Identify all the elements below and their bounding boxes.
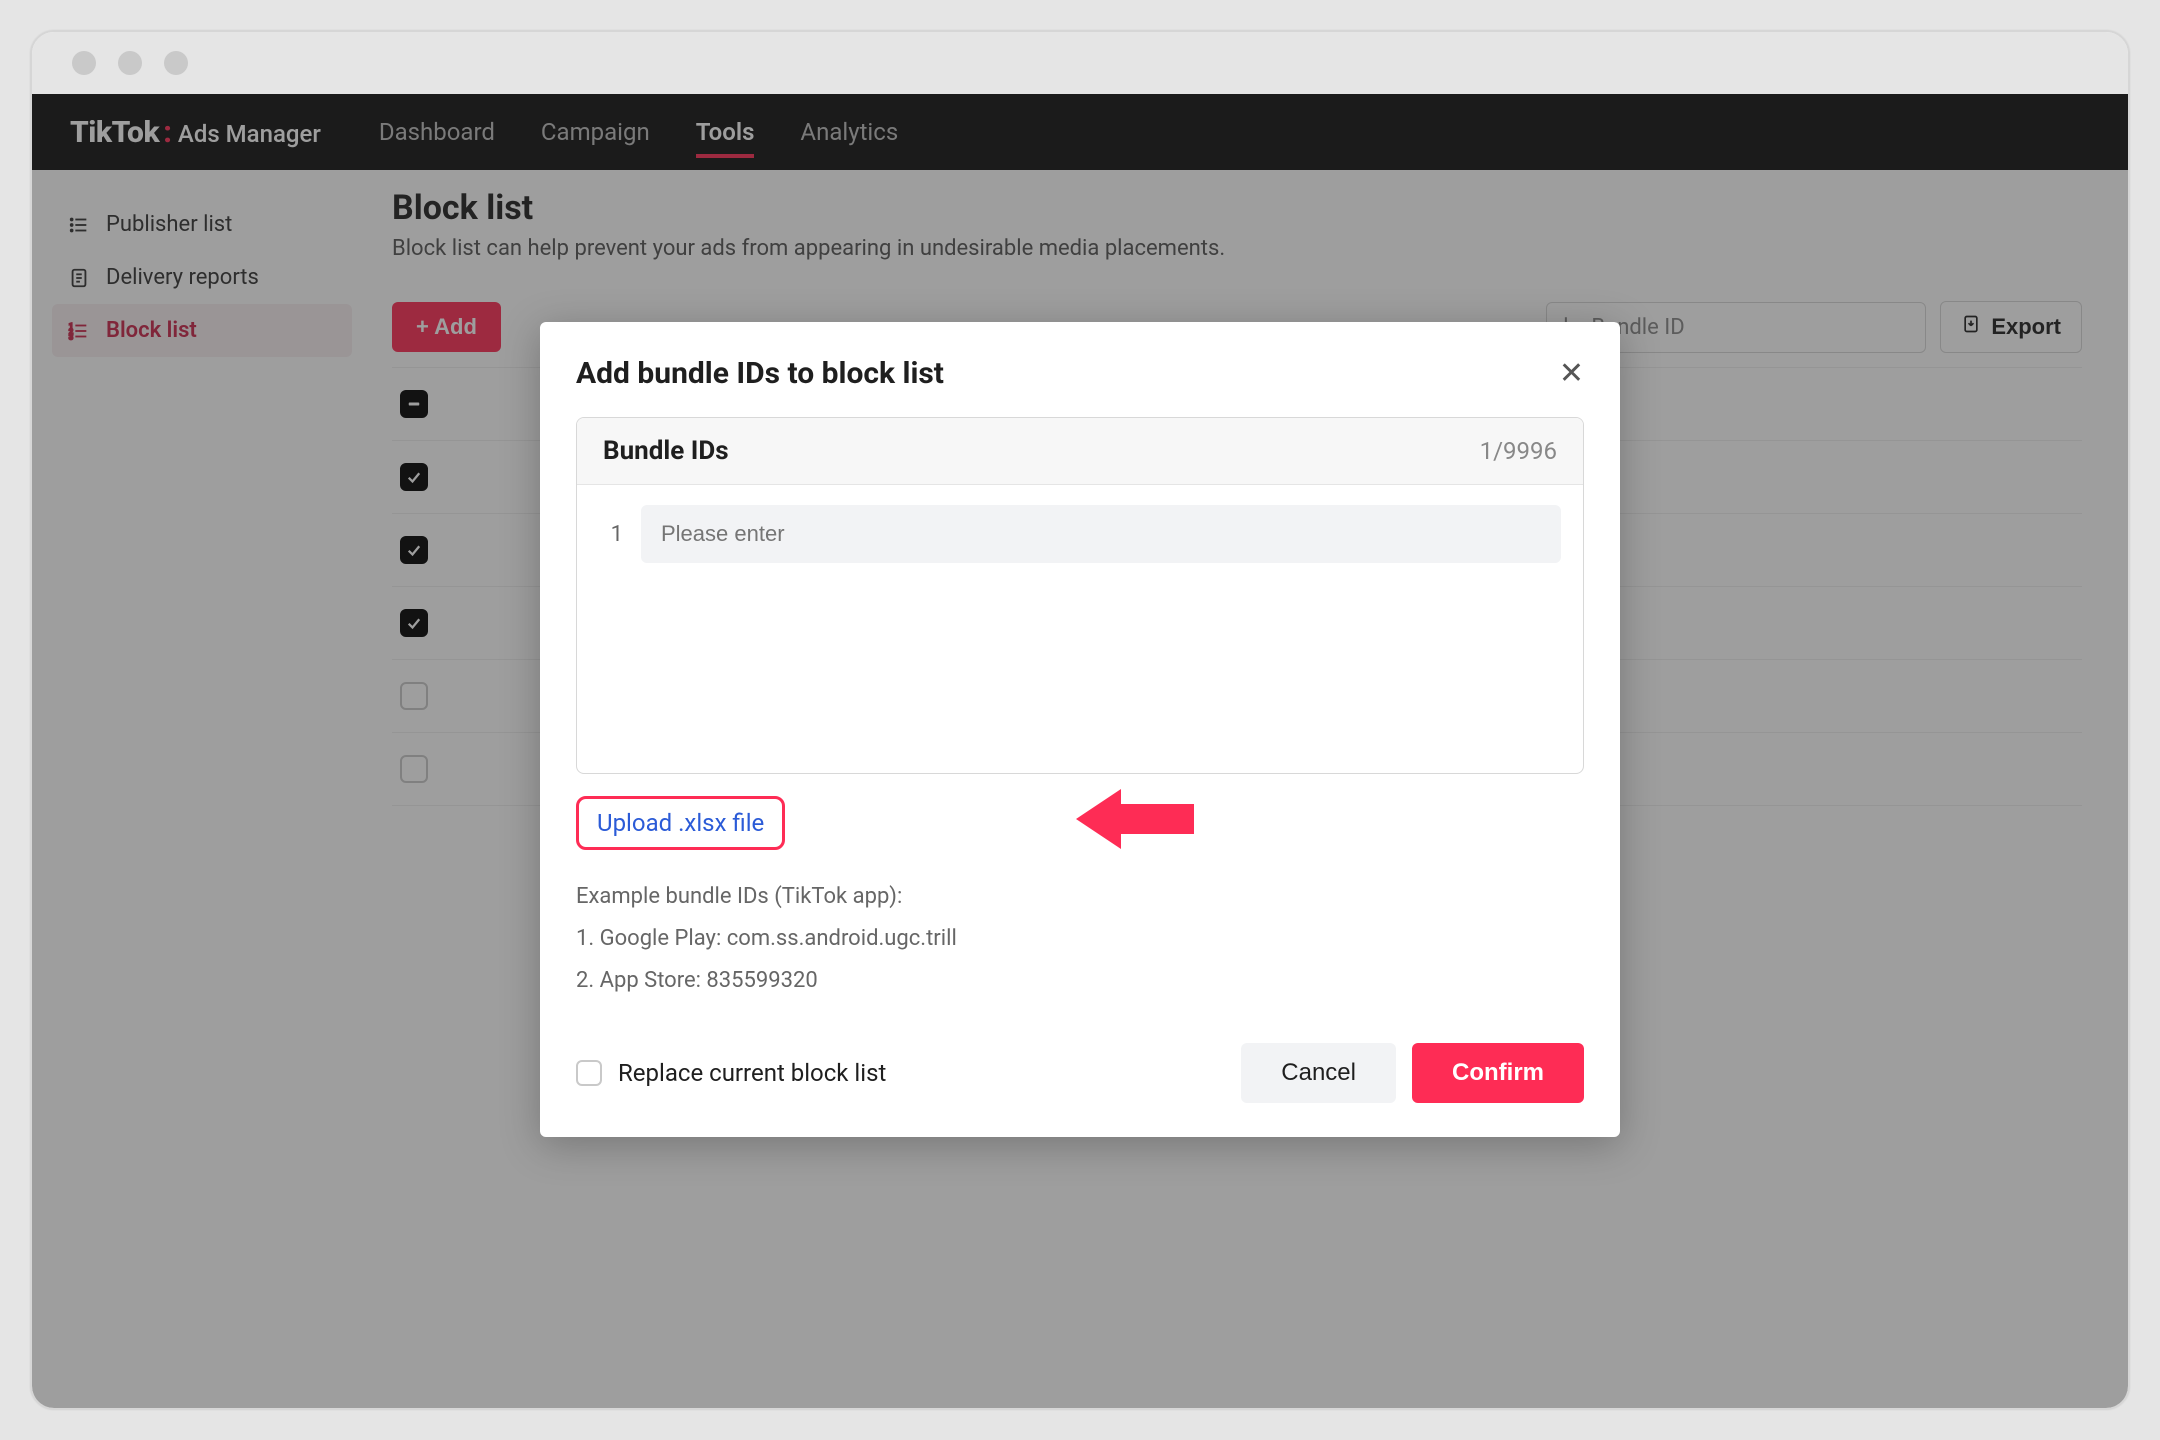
panel-count: 1/9996 bbox=[1480, 437, 1557, 465]
browser-frame: TikTok: Ads Manager Dashboard Campaign T… bbox=[30, 30, 2130, 1410]
annotation-arrow-icon bbox=[1076, 784, 1196, 854]
row-number: 1 bbox=[599, 522, 623, 547]
modal-buttons: Cancel Confirm bbox=[1241, 1043, 1584, 1103]
close-icon[interactable]: ✕ bbox=[1559, 359, 1584, 389]
example-heading: Example bundle IDs (TikTok app): bbox=[576, 876, 1584, 918]
upload-xlsx-link[interactable]: Upload .xlsx file bbox=[576, 796, 785, 850]
add-bundle-modal: Add bundle IDs to block list ✕ Bundle ID… bbox=[540, 322, 1620, 1137]
window-dot bbox=[72, 51, 96, 75]
confirm-button[interactable]: Confirm bbox=[1412, 1043, 1584, 1103]
browser-titlebar bbox=[32, 32, 2128, 94]
replace-label: Replace current block list bbox=[618, 1059, 886, 1087]
bundle-ids-panel: Bundle IDs 1/9996 1 bbox=[576, 417, 1584, 774]
cancel-button[interactable]: Cancel bbox=[1241, 1043, 1396, 1103]
replace-checkbox-wrap[interactable]: Replace current block list bbox=[576, 1059, 886, 1087]
replace-checkbox[interactable] bbox=[576, 1060, 602, 1086]
panel-body: 1 bbox=[577, 485, 1583, 773]
window-dot bbox=[118, 51, 142, 75]
window-dot bbox=[164, 51, 188, 75]
example-block: Example bundle IDs (TikTok app): 1. Goog… bbox=[576, 876, 1584, 1001]
modal-title: Add bundle IDs to block list bbox=[576, 356, 944, 391]
example-line: 1. Google Play: com.ss.android.ugc.trill bbox=[576, 918, 1584, 960]
modal-footer: Replace current block list Cancel Confir… bbox=[576, 1043, 1584, 1103]
panel-title: Bundle IDs bbox=[603, 436, 729, 466]
upload-wrap: Upload .xlsx file bbox=[576, 796, 1584, 850]
panel-header: Bundle IDs 1/9996 bbox=[577, 418, 1583, 485]
bundle-input-row: 1 bbox=[599, 505, 1561, 563]
modal-header: Add bundle IDs to block list ✕ bbox=[576, 356, 1584, 391]
bundle-id-input[interactable] bbox=[641, 505, 1561, 563]
example-line: 2. App Store: 835599320 bbox=[576, 960, 1584, 1002]
